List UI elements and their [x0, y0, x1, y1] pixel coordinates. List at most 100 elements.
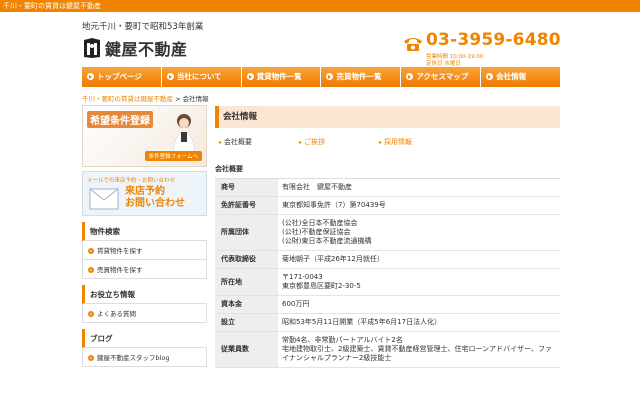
arrow-right-icon	[406, 73, 414, 80]
main-content: 会社情報 ▸ 会社概要 ▸ ご挨拶 ▸ 採用情報 会社概要 商号 有限会社 鍵屋不動産…	[215, 106, 560, 368]
value-line: 宅地建物取引士、2級建築士、賃貸不動産経営管理士、住宅ローンアドバイザー、ファイ…	[282, 345, 553, 362]
nav-access[interactable]: アクセスマップ	[401, 67, 482, 87]
value-line: (公社)全日本不動産協会	[282, 219, 358, 227]
row-value: 菊地朝子（平成26年12月就任）	[278, 250, 560, 269]
row-label: 代表取締役	[215, 250, 278, 269]
row-value: 常勤4名、非常勤パートアルバイト2名 宅地建物取引士、2級建築士、賃貸不動産経営…	[278, 331, 560, 368]
side-link-label: 賃貸物件を探す	[97, 247, 143, 255]
table-row: 所在地 〒171-0043 東京都豊島区要町2-30-5	[215, 268, 560, 296]
value-line: 昭和53年5月11日開業（平成5年6月17日法人化）	[282, 318, 442, 326]
nav-top[interactable]: トップページ	[82, 67, 162, 87]
nav-about[interactable]: 当社について	[161, 67, 242, 87]
arrow-right-icon	[246, 73, 254, 80]
nav-label: 会社情報	[496, 72, 527, 81]
row-value: 有限会社 鍵屋不動産	[278, 179, 560, 197]
table-row: 所属団体 (公社)全日本不動産協会 (公社)不動産保証協会 (公財)東日本不動産…	[215, 214, 560, 251]
row-label: 商号	[215, 179, 278, 197]
row-value: (公社)全日本不動産協会 (公社)不動産保証協会 (公財)東日本不動産流通機構	[278, 214, 560, 251]
side-link-faq[interactable]: よくある質問	[82, 304, 207, 323]
side-link-label: 鍵屋不動産スタッフblog	[97, 354, 170, 362]
site-header: 地元千川・要町で昭和53年創業 鍵屋不動産 03-3959-6480 営業時間 …	[0, 12, 640, 67]
table-row: 設立 昭和53年5月11日開業（平成5年6月17日法人化）	[215, 313, 560, 332]
banner-main-text: 来店予約 お問い合わせ	[125, 186, 185, 210]
nav-company[interactable]: 会社情報	[481, 67, 560, 87]
side-link-rental[interactable]: 賃貸物件を探す	[82, 241, 207, 260]
table-row: 資本金 600万円	[215, 295, 560, 314]
nav-label: 売買物件一覧	[336, 72, 382, 81]
value-line: 〒171-0043	[282, 273, 323, 281]
banner-caption: メールでの来店予約・お問い合わせ	[87, 178, 176, 184]
value-line: (公財)東日本不動産流通機構	[282, 237, 372, 245]
breadcrumb: 千川・要町の賃貸は鍵屋不動産 > 会社情報	[82, 93, 209, 103]
value-line: 菊地朝子（平成26年12月就任）	[282, 255, 384, 263]
side-link-label: 売買物件を探す	[97, 266, 143, 274]
phone-number[interactable]: 03-3959-6480	[426, 30, 561, 50]
table-row: 商号 有限会社 鍵屋不動産	[215, 179, 560, 197]
nav-sale[interactable]: 売買物件一覧	[321, 67, 402, 87]
key-logo-icon	[84, 38, 100, 58]
arrow-right-icon	[88, 248, 94, 254]
page-title: 会社情報	[215, 106, 560, 128]
breadcrumb-current: 会社情報	[182, 95, 209, 103]
banner-title: 希望条件登録	[87, 111, 153, 128]
side-heading-search: 物件検索	[82, 222, 207, 241]
envelope-icon	[89, 188, 119, 210]
side-heading-blog: ブログ	[82, 329, 207, 348]
table-row: 従業員数 常勤4名、非常勤パートアルバイト2名 宅地建物取引士、2級建築士、賃貸…	[215, 331, 560, 368]
nav-label: トップページ	[97, 72, 142, 81]
nav-label: アクセスマップ	[416, 72, 469, 81]
row-value: 600万円	[278, 295, 560, 314]
side-link-label: よくある質問	[97, 310, 136, 318]
arrow-right-icon	[166, 73, 174, 80]
banner-line: お問い合わせ	[125, 198, 185, 209]
row-label: 資本金	[215, 295, 278, 314]
tab-recruit[interactable]: ▸ 採用情報	[375, 137, 455, 150]
arrow-right-icon	[88, 355, 94, 361]
nav-label: 当社について	[176, 72, 222, 81]
row-value: 東京都知事免許（7）第70439号	[278, 196, 560, 215]
nav-label: 賃貸物件一覧	[256, 72, 302, 81]
triangle-right-icon: ▸	[379, 139, 383, 146]
row-label: 従業員数	[215, 331, 278, 368]
top-banner-bar: 千川・要町の賃貸は鍵屋不動産	[0, 0, 640, 12]
visit-reservation-banner[interactable]: メールでの来店予約・お問い合わせ 来店予約 お問い合わせ	[82, 171, 207, 216]
section-tabs: ▸ 会社概要 ▸ ご挨拶 ▸ 採用情報	[215, 137, 560, 150]
tab-label: 会社概要	[224, 138, 253, 146]
row-value: 昭和53年5月11日開業（平成5年6月17日法人化）	[278, 313, 560, 332]
table-row: 代表取締役 菊地朝子（平成26年12月就任）	[215, 250, 560, 269]
site-tagline-bar: 千川・要町の賃貸は鍵屋不動産	[3, 2, 101, 10]
arrow-right-icon	[88, 267, 94, 273]
site-logo[interactable]: 鍵屋不動産	[82, 36, 188, 60]
main-nav: トップページ 当社について 賃貸物件一覧 売買物件一覧 アクセスマップ 会社情報	[82, 67, 560, 87]
row-label: 設立	[215, 313, 278, 332]
logo-text: 鍵屋不動産	[105, 40, 188, 59]
breadcrumb-home-link[interactable]: 千川・要町の賃貸は鍵屋不動産	[82, 95, 173, 103]
value-line: 有限会社 鍵屋不動産	[282, 183, 352, 191]
arrow-right-icon	[486, 73, 494, 80]
sidebar: 希望条件登録 条件登録フォームへ メールでの来店予約・お問い合わせ 来店予約 お…	[82, 105, 207, 367]
tab-overview[interactable]: ▸ 会社概要	[215, 137, 295, 150]
side-link-blog[interactable]: 鍵屋不動産スタッフblog	[82, 348, 207, 367]
conditions-register-banner[interactable]: 希望条件登録 条件登録フォームへ	[82, 105, 207, 167]
tab-label: ご挨拶	[304, 138, 326, 146]
side-heading-info: お役立ち情報	[82, 285, 207, 304]
side-link-sale[interactable]: 売買物件を探す	[82, 260, 207, 279]
value-line: 常勤4名、非常勤パートアルバイト2名	[282, 336, 403, 344]
section-heading: 会社概要	[215, 160, 560, 179]
banner-line: 来店予約	[125, 186, 165, 197]
company-info-table: 商号 有限会社 鍵屋不動産 免許証番号 東京都知事免許（7）第70439号 所属…	[215, 179, 560, 368]
banner-sub-button: 条件登録フォームへ	[144, 151, 202, 161]
tab-greeting[interactable]: ▸ ご挨拶	[295, 137, 375, 150]
nav-rental[interactable]: 賃貸物件一覧	[241, 67, 322, 87]
row-label: 所属団体	[215, 214, 278, 251]
header-tagline: 地元千川・要町で昭和53年創業	[82, 22, 204, 32]
value-line: 東京都豊島区要町2-30-5	[282, 282, 361, 290]
row-label: 免許証番号	[215, 196, 278, 215]
breadcrumb-separator: >	[173, 95, 183, 103]
tab-label: 採用情報	[384, 138, 413, 146]
arrow-right-icon	[88, 311, 94, 317]
hours-line: 営業時間 10:00-19:00	[426, 54, 484, 60]
arrow-right-icon	[87, 73, 94, 80]
arrow-right-icon	[326, 73, 334, 80]
value-line: 600万円	[282, 300, 310, 308]
